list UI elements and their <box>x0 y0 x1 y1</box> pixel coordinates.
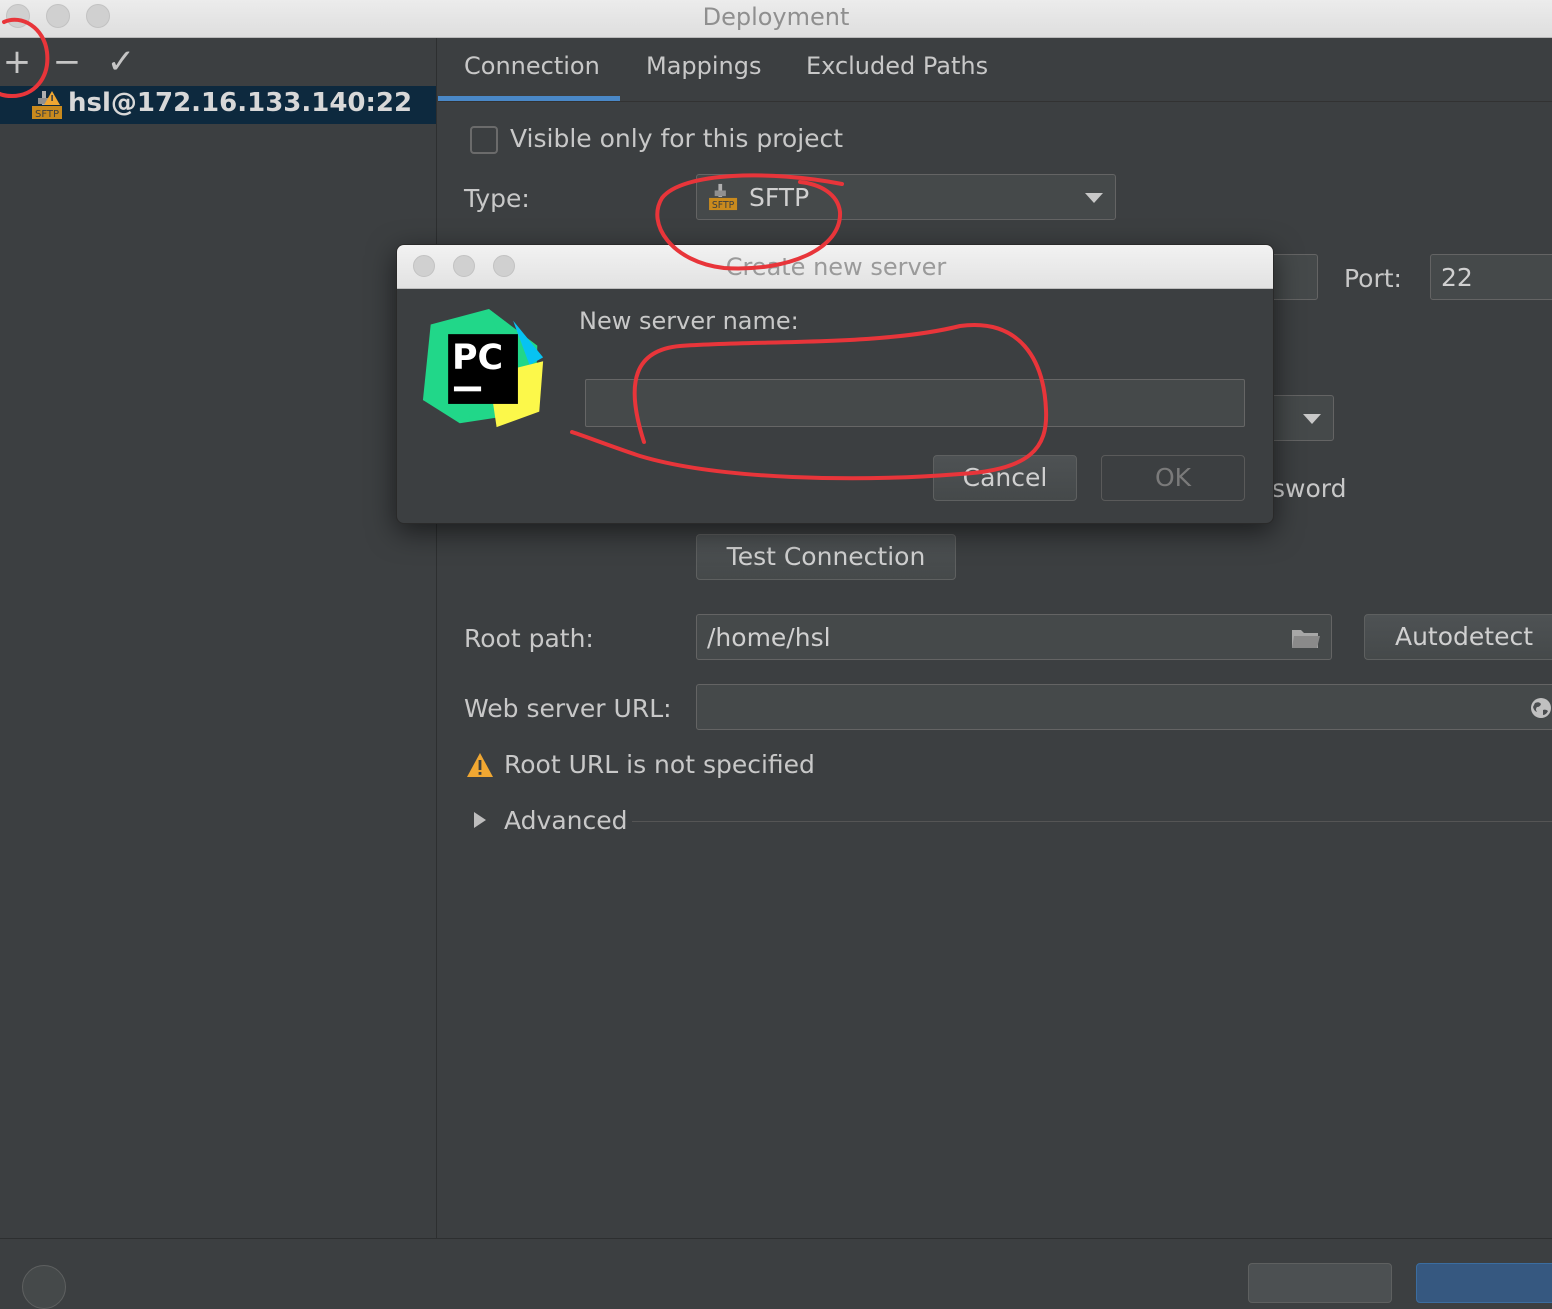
section-divider <box>632 821 1552 822</box>
chevron-down-icon <box>1085 193 1103 203</box>
sftp-type-icon: SFTP <box>709 183 738 211</box>
root-path-field[interactable]: /home/hsl <box>696 614 1332 660</box>
folder-icon[interactable] <box>1291 626 1321 650</box>
autodetect-button[interactable]: Autodetect <box>1364 614 1552 660</box>
server-name-input[interactable] <box>585 379 1245 427</box>
web-server-url-field[interactable] <box>696 684 1552 730</box>
visible-only-checkbox[interactable] <box>470 126 498 154</box>
cancel-button[interactable]: Cancel <box>933 455 1077 501</box>
tab-connection[interactable]: Connection <box>464 52 600 80</box>
warning-message: Root URL is not specified <box>504 750 815 779</box>
server-list-panel: + − ✓ SFTP hsl@172.16.133.140:22 <box>0 38 437 1238</box>
root-path-value: /home/hsl <box>707 623 831 652</box>
window-title: Deployment <box>702 3 850 31</box>
visible-only-label: Visible only for this project <box>510 124 844 153</box>
chevron-down-icon <box>1303 414 1321 424</box>
svg-text:SFTP: SFTP <box>35 109 59 120</box>
server-name-label: New server name: <box>579 307 799 335</box>
port-value: 22 <box>1441 263 1473 292</box>
expand-triangle-icon[interactable] <box>474 812 486 828</box>
type-select[interactable]: SFTP SFTP <box>696 174 1116 220</box>
svg-text:PC: PC <box>452 338 503 378</box>
ok-dialog-button[interactable] <box>1416 1263 1552 1303</box>
server-list-item[interactable]: SFTP hsl@172.16.133.140:22 <box>0 86 436 124</box>
sftp-server-icon: SFTP <box>32 91 62 120</box>
port-field[interactable]: 22 <box>1430 254 1552 300</box>
tab-mappings[interactable]: Mappings <box>646 52 762 80</box>
bottom-button-bar <box>0 1238 1552 1309</box>
server-name-label: hsl@172.16.133.140:22 <box>68 88 413 118</box>
remove-server-button[interactable]: − <box>50 45 84 80</box>
advanced-section-toggle[interactable]: Advanced <box>504 806 628 835</box>
add-server-button[interactable]: + <box>0 45 34 80</box>
password-label-partial: sword <box>1272 474 1347 503</box>
check-icon: ✓ <box>106 42 136 82</box>
globe-icon[interactable] <box>1529 696 1552 720</box>
port-label: Port: <box>1344 264 1402 293</box>
server-settings-panel: Connection Mappings Excluded Paths Visib… <box>438 38 1552 1238</box>
test-connection-button[interactable]: Test Connection <box>696 534 956 580</box>
warning-icon <box>467 753 493 777</box>
root-path-label: Root path: <box>464 624 594 653</box>
plus-icon: + <box>2 42 32 82</box>
ok-button[interactable]: OK <box>1101 455 1245 501</box>
type-label: Type: <box>464 184 530 213</box>
type-value: SFTP <box>749 183 810 212</box>
web-server-url-label: Web server URL: <box>464 694 672 723</box>
set-default-button[interactable]: ✓ <box>104 45 138 80</box>
cancel-dialog-button[interactable] <box>1248 1263 1392 1303</box>
settings-tabs: Connection Mappings Excluded Paths <box>438 38 1552 102</box>
svg-text:SFTP: SFTP <box>712 200 735 211</box>
tab-excluded-paths[interactable]: Excluded Paths <box>806 52 988 80</box>
dialog-title: Create new server <box>725 253 947 281</box>
active-tab-indicator <box>438 96 620 101</box>
minus-icon: − <box>52 42 82 82</box>
window-titlebar: Deployment <box>0 0 1552 38</box>
create-server-dialog: Create new server PC New server name: Ca… <box>396 244 1274 524</box>
dialog-titlebar: Create new server <box>397 245 1273 289</box>
pycharm-logo-icon: PC <box>422 308 544 428</box>
